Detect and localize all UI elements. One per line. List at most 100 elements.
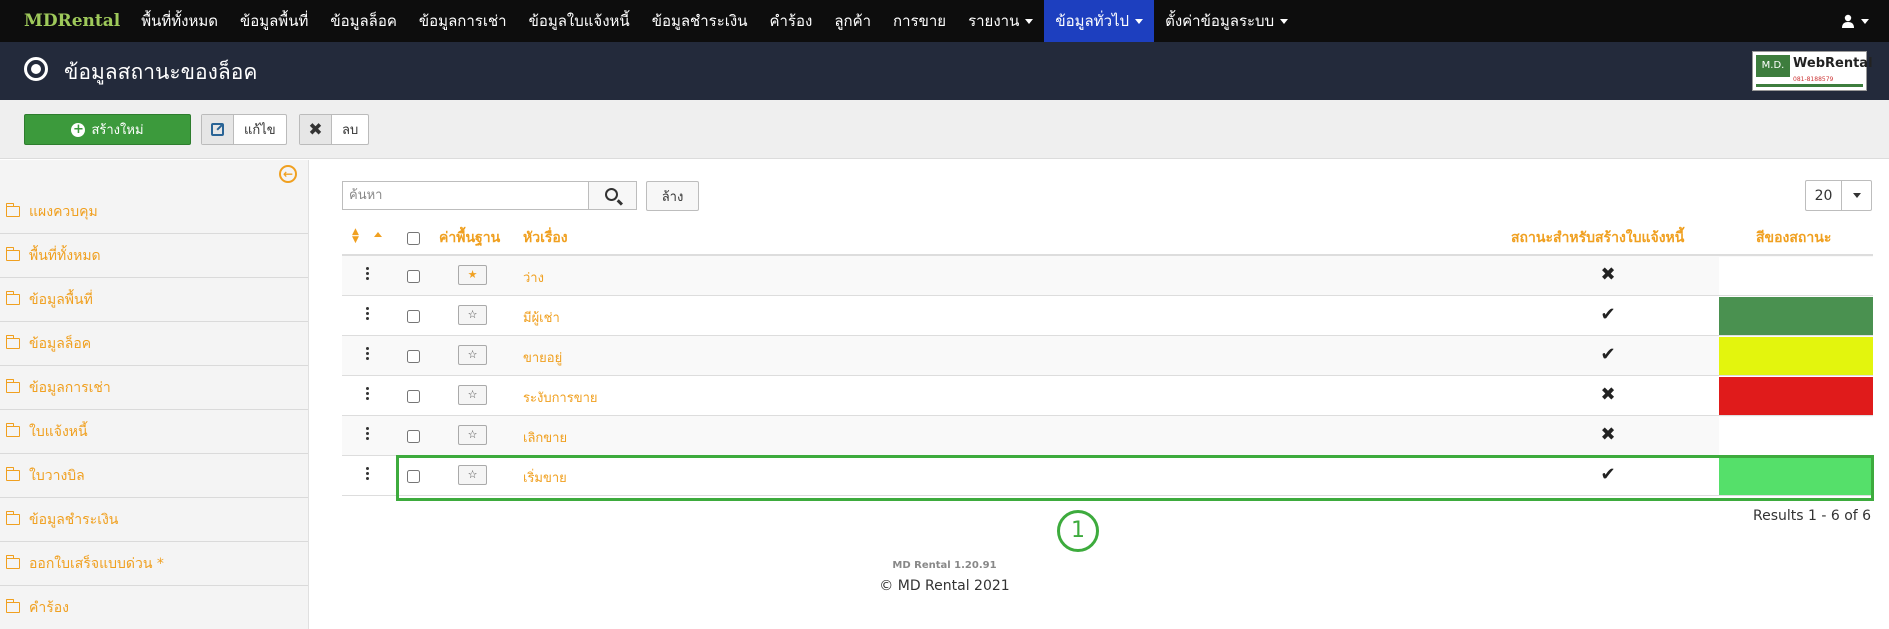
sidebar-item-billing[interactable]: ใบวางบิล	[0, 454, 308, 498]
user-menu[interactable]	[1841, 0, 1869, 42]
user-icon	[1842, 14, 1854, 28]
top-navbar: MDRental พื้นที่ทั้งหมด ข้อมูลพื้นที่ ข้…	[0, 0, 1889, 42]
page-size-select[interactable]: 20	[1805, 180, 1872, 211]
row-menu-icon[interactable]	[366, 467, 369, 481]
invoice-status-mark: ✔	[1600, 304, 1616, 325]
invoice-status-mark: ✖	[1600, 424, 1616, 445]
edit-button[interactable]: แก้ไข	[201, 114, 287, 145]
sidebar-item-label: ใบแจ้งหนี้	[29, 423, 88, 440]
sidebar-item-lock-info[interactable]: ข้อมูลล็อค	[0, 322, 308, 366]
sidebar-item-payment-info[interactable]: ข้อมูลชำระเงิน	[0, 498, 308, 542]
logo-bar	[1756, 84, 1863, 87]
row-checkbox[interactable]	[407, 390, 420, 403]
sort-icon[interactable]: ▲ ▼	[352, 228, 359, 245]
row-menu-icon[interactable]	[366, 347, 369, 361]
nav-system-settings-label: ตั้งค่าข้อมูลระบบ	[1165, 12, 1275, 30]
logo-phone: 081-8188579	[1793, 76, 1834, 83]
nav-customers[interactable]: ลูกค้า	[823, 0, 882, 42]
row-title[interactable]: มีผู้เช่า	[523, 307, 560, 328]
sidebar-item-area-info[interactable]: ข้อมูลพื้นที่	[0, 278, 308, 322]
page-title: ข้อมูลสถานะของล็อค	[64, 60, 258, 84]
logo-badge: M.D.	[1756, 55, 1790, 77]
folder-icon	[6, 291, 20, 305]
folder-icon	[6, 379, 20, 393]
default-star-button[interactable]: ☆	[458, 425, 487, 445]
row-menu-icon[interactable]	[366, 307, 369, 321]
search-button[interactable]	[588, 181, 637, 210]
column-header-default[interactable]: ค่าพื้นฐาน	[439, 227, 500, 249]
nav-area-info[interactable]: ข้อมูลพื้นที่	[229, 0, 319, 42]
invoice-status-mark: ✔	[1600, 344, 1616, 365]
table-row[interactable]: ☆ เลิกขาย ✖	[342, 416, 1873, 456]
row-title[interactable]: ว่าง	[523, 267, 544, 288]
nav-lock-info[interactable]: ข้อมูลล็อค	[319, 0, 408, 42]
nav-all-areas[interactable]: พื้นที่ทั้งหมด	[130, 0, 229, 42]
delete-button[interactable]: ✖ ลบ	[299, 114, 370, 145]
sidebar-item-all-areas[interactable]: พื้นที่ทั้งหมด	[0, 234, 308, 278]
row-title[interactable]: เลิกขาย	[523, 427, 567, 448]
default-star-button[interactable]: ☆	[458, 345, 487, 365]
row-title[interactable]: ขายอยู่	[523, 347, 562, 368]
sidebar-item-label: ข้อมูลการเช่า	[29, 379, 111, 396]
folder-icon	[6, 467, 20, 481]
row-title[interactable]: ระงับการขาย	[523, 387, 598, 408]
sidebar-item-rental-info[interactable]: ข้อมูลการเช่า	[0, 366, 308, 410]
nav-payment-info[interactable]: ข้อมูลชำระเงิน	[641, 0, 759, 42]
page-size-dropdown[interactable]	[1842, 181, 1871, 210]
nav-reports-dropdown[interactable]: รายงาน	[957, 0, 1044, 42]
row-checkbox[interactable]	[407, 350, 420, 363]
create-new-label: สร้างใหม่	[91, 123, 144, 138]
caret-down-icon	[1852, 193, 1861, 198]
status-color-swatch	[1719, 337, 1873, 375]
collapse-sidebar-icon[interactable]: ←	[279, 165, 297, 183]
status-color-swatch	[1719, 417, 1873, 455]
default-star-button[interactable]: ★	[458, 265, 487, 285]
copyright: © MD Rental 2021	[879, 578, 1010, 594]
table-row[interactable]: ☆ มีผู้เช่า ✔	[342, 296, 1873, 336]
select-all-checkbox[interactable]	[407, 232, 420, 245]
status-color-swatch	[1719, 297, 1873, 335]
plus-circle-icon: +	[71, 121, 86, 137]
table-row[interactable]: ☆ ขายอยู่ ✔	[342, 336, 1873, 376]
row-checkbox[interactable]	[407, 310, 420, 323]
close-icon: ✖	[300, 115, 332, 144]
table-row[interactable]: ☆ ระงับการขาย ✖	[342, 376, 1873, 416]
folder-icon	[6, 203, 20, 217]
row-checkbox[interactable]	[407, 430, 420, 443]
clear-button[interactable]: ล้าง	[646, 181, 699, 211]
page-header: ข้อมูลสถานะของล็อค M.D. WebRental 081-81…	[0, 42, 1889, 100]
default-star-button[interactable]: ☆	[458, 305, 487, 325]
invoice-status-mark: ✖	[1600, 264, 1616, 285]
brand-logo[interactable]: MDRental	[0, 11, 130, 31]
row-menu-icon[interactable]	[366, 387, 369, 401]
default-star-button[interactable]: ☆	[458, 385, 487, 405]
table-row[interactable]: ★ ว่าง ✖	[342, 256, 1873, 296]
column-header-status-color[interactable]: สีของสถานะ	[1756, 227, 1831, 249]
row-menu-icon[interactable]	[366, 267, 369, 281]
edit-icon	[202, 115, 234, 144]
nav-general-info-label: ข้อมูลทั่วไป	[1055, 12, 1130, 30]
row-menu-icon[interactable]	[366, 427, 369, 441]
caret-down-icon	[1025, 18, 1034, 24]
sort-asc-icon[interactable]	[374, 232, 382, 237]
nav-sales[interactable]: การขาย	[882, 0, 957, 42]
sidebar-item-label: คำร้อง	[29, 599, 69, 616]
logo-name: WebRental	[1793, 56, 1873, 71]
nav-general-info-dropdown[interactable]: ข้อมูลทั่วไป	[1044, 0, 1155, 42]
sidebar-item-label: ใบวางบิล	[29, 467, 85, 484]
nav-requests[interactable]: คำร้อง	[758, 0, 823, 42]
column-header-invoice-status[interactable]: สถานะสำหรับสร้างใบแจ้งหนี้	[1511, 227, 1684, 249]
row-checkbox[interactable]	[407, 270, 420, 283]
sidebar-item-invoices[interactable]: ใบแจ้งหนี้	[0, 410, 308, 454]
dot-circle-icon	[24, 57, 48, 81]
column-header-title[interactable]: หัวเรื่อง	[523, 227, 568, 249]
search-icon	[604, 187, 618, 201]
create-new-button[interactable]: + สร้างใหม่	[24, 114, 191, 145]
delete-label: ลบ	[342, 123, 359, 138]
sidebar-item-dashboard[interactable]: แผงควบคุม	[0, 190, 308, 234]
nav-system-settings-dropdown[interactable]: ตั้งค่าข้อมูลระบบ	[1154, 0, 1299, 42]
search-input[interactable]	[342, 181, 589, 210]
nav-rental-info[interactable]: ข้อมูลการเช่า	[408, 0, 518, 42]
nav-invoice-info[interactable]: ข้อมูลใบแจ้งหนี้	[518, 0, 641, 42]
sidebar-item-label: พื้นที่ทั้งหมด	[29, 247, 101, 264]
